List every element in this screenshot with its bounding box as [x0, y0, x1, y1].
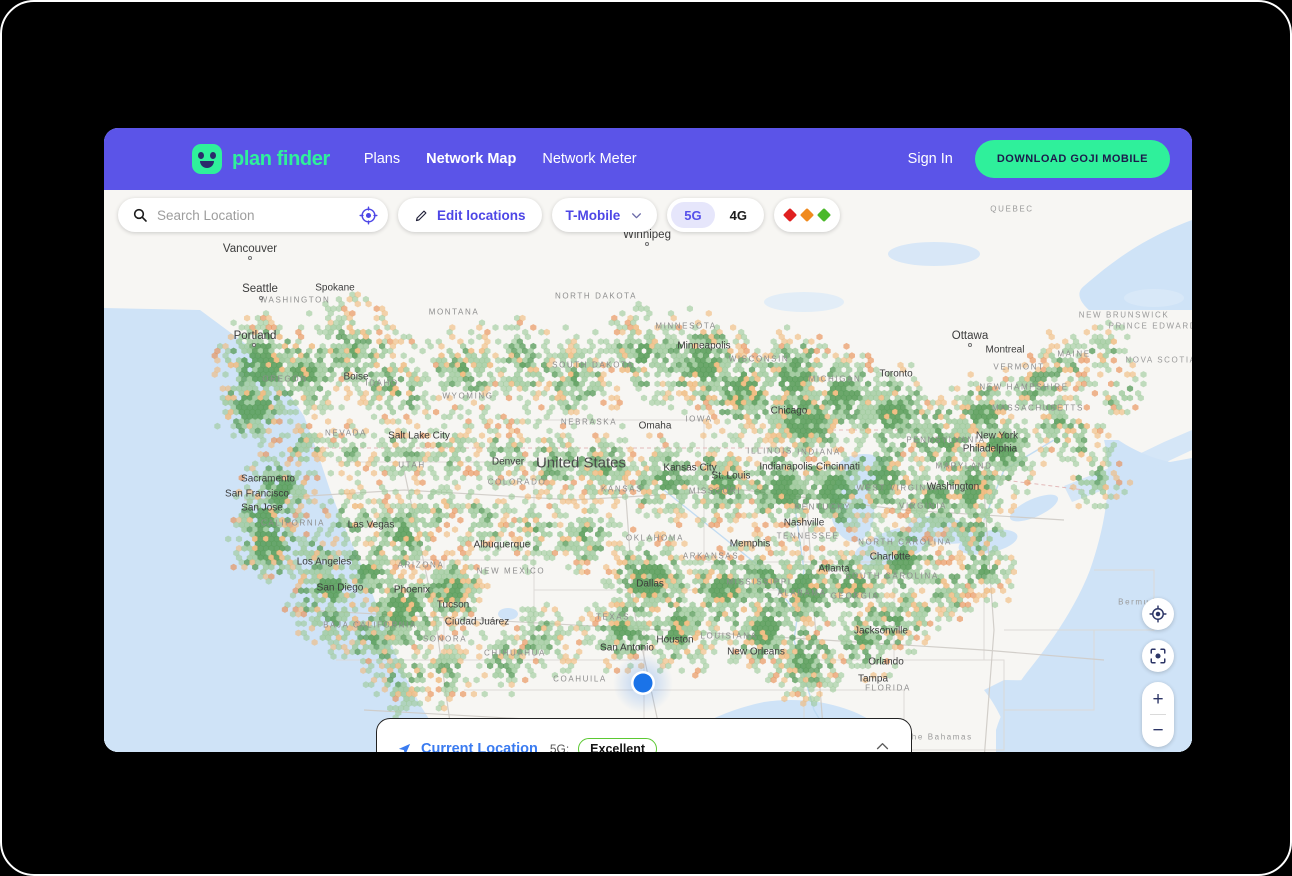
main-nav: Plans Network Map Network Meter [364, 151, 637, 167]
map-canvas[interactable]: United States WASHINGTON OREGON IDAHO MONTAN… [104, 190, 1192, 752]
crosshair-locate-icon [1149, 605, 1167, 623]
search-location-pill[interactable] [118, 198, 388, 232]
map-city-dot [248, 256, 252, 260]
header-actions: Sign In DOWNLOAD GOJI MOBILE [908, 140, 1170, 178]
brand-name: plan finder [232, 147, 330, 170]
signal-quality-badge: Excellent [578, 738, 658, 752]
map-controls: + − [1142, 598, 1174, 747]
legend-button[interactable] [773, 198, 840, 232]
sheet-generation-label: 5G: [549, 742, 570, 752]
nav-item-network-meter[interactable]: Network Meter [542, 151, 636, 167]
recenter-button[interactable] [1142, 640, 1174, 672]
legend-diamond-red [782, 207, 798, 223]
search-input[interactable] [157, 207, 350, 223]
zoom-out-button[interactable]: − [1142, 715, 1174, 745]
nav-item-network-map[interactable]: Network Map [426, 151, 516, 167]
edit-locations-label: Edit locations [437, 207, 526, 223]
search-icon [133, 208, 147, 222]
focus-frame-icon [1150, 648, 1166, 664]
current-location-label: Current Location [421, 741, 538, 752]
crosshair-target-icon[interactable] [359, 205, 378, 225]
pencil-icon [415, 210, 427, 221]
download-goji-mobile-button[interactable]: DOWNLOAD GOJI MOBILE [974, 140, 1170, 178]
map-city-dot [645, 242, 649, 246]
sign-in-link[interactable]: Sign In [908, 151, 953, 167]
generation-toggle[interactable]: 5G 4G [667, 198, 764, 232]
map-toolbar: Edit locations T-Mobile 5G 4G [118, 198, 840, 232]
carrier-select[interactable]: T-Mobile [551, 198, 658, 232]
nav-item-plans[interactable]: Plans [364, 151, 400, 167]
smiley-face-logo-icon [192, 144, 222, 174]
chevron-up-icon [876, 742, 889, 750]
map-graphics [104, 190, 1192, 752]
map-city-dot [259, 296, 263, 300]
generation-option-4g[interactable]: 4G [717, 202, 760, 228]
navigation-arrow-icon [398, 743, 411, 752]
legend-diamond-green [816, 207, 832, 223]
location-detail-sheet[interactable]: Current Location 5G: Excellent [376, 718, 912, 752]
brand-logo[interactable]: plan finder [192, 144, 330, 174]
carrier-selected-value: T-Mobile [565, 207, 621, 223]
map-city-dot [968, 343, 972, 347]
chevron-down-icon [632, 212, 642, 218]
locate-me-button[interactable] [1142, 598, 1174, 630]
collapse-sheet-button[interactable] [874, 738, 891, 752]
app-window: plan finder Plans Network Map Network Me… [104, 128, 1192, 752]
edit-locations-button[interactable]: Edit locations [398, 198, 542, 232]
zoom-in-button[interactable]: + [1142, 684, 1174, 714]
site-header: plan finder Plans Network Map Network Me… [104, 128, 1192, 190]
legend-diamond-orange [799, 207, 815, 223]
map-container[interactable]: United States WASHINGTON OREGON IDAHO MONTAN… [104, 190, 1192, 752]
outer-frame: plan finder Plans Network Map Network Me… [0, 0, 1292, 876]
zoom-controls: + − [1142, 682, 1174, 747]
generation-option-5g[interactable]: 5G [671, 202, 715, 228]
map-city-dot [252, 343, 256, 347]
